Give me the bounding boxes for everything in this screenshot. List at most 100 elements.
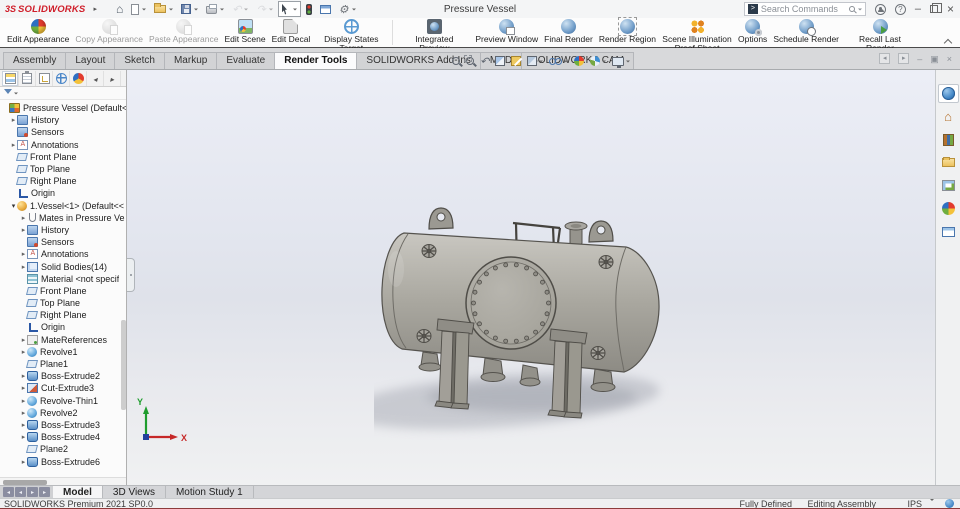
new-document-icon[interactable] — [128, 1, 149, 17]
doc-next-icon[interactable]: ▸ — [898, 53, 910, 64]
tree-item[interactable]: Right Plane — [0, 309, 126, 321]
tree-item[interactable]: 1.Vessel<1> (Default<< — [0, 200, 126, 212]
command-tab[interactable]: Render Tools — [274, 52, 358, 69]
view-palette-tab[interactable] — [938, 176, 959, 195]
doc-close-icon[interactable]: × — [947, 54, 952, 64]
tree-item[interactable]: Right Plane — [0, 175, 126, 187]
tree-item[interactable]: Revolve2 — [0, 407, 126, 419]
section-view-icon[interactable] — [495, 56, 506, 66]
integrated-preview-button[interactable]: Integrated Preview — [396, 18, 472, 52]
tree-vertical-scrollbar[interactable] — [121, 320, 126, 410]
dropdown-caret-icon[interactable] — [539, 60, 544, 65]
edit-appearance-button[interactable]: Edit Appearance — [4, 18, 72, 47]
tree-item[interactable]: Boss-Extrude4 — [0, 431, 126, 443]
panel-collapse-handle[interactable] — [127, 258, 135, 292]
expand-arrow-icon[interactable] — [20, 348, 27, 356]
dropdown-caret-icon[interactable] — [194, 8, 199, 13]
traffic-light-icon[interactable] — [303, 1, 315, 17]
expand-arrow-icon[interactable] — [10, 202, 17, 210]
select-cursor-icon[interactable] — [277, 1, 301, 17]
doc-restore-icon[interactable]: ▣ — [930, 54, 939, 64]
3dexperience-tab[interactable] — [937, 84, 959, 103]
doc-minimize-icon[interactable]: – — [917, 54, 922, 64]
tree-item[interactable]: Front Plane — [0, 285, 126, 297]
options-button[interactable]: Options — [735, 18, 770, 47]
expand-arrow-icon[interactable] — [20, 214, 27, 222]
panel-tab-scroll-left[interactable] — [87, 70, 104, 86]
command-tab[interactable]: Markup — [163, 52, 218, 69]
tree-item[interactable]: Mates in Pressure Ve — [0, 212, 126, 224]
featuremanager-tab[interactable] — [2, 70, 19, 86]
filter-caret-icon[interactable] — [14, 92, 18, 97]
dropdown-caret-icon[interactable] — [220, 8, 225, 13]
window-restore-button[interactable] — [929, 2, 943, 13]
tree-item[interactable]: Boss-Extrude3 — [0, 419, 126, 431]
edit-scene-button[interactable]: Edit Scene — [221, 18, 268, 47]
tree-item[interactable]: Front Plane — [0, 151, 126, 163]
propertymanager-tab[interactable] — [19, 70, 36, 86]
tree-item[interactable]: Boss-Extrude6 — [0, 455, 126, 467]
final-render-button[interactable]: Final Render — [541, 18, 596, 47]
tree-item[interactable]: Sensors — [0, 126, 126, 138]
tree-item[interactable]: Pressure Vessel (Default<D — [0, 102, 126, 114]
document-tab[interactable]: 3D Views — [102, 486, 166, 498]
expand-arrow-icon[interactable] — [20, 263, 27, 271]
edit-decal-button[interactable]: Edit Decal — [269, 18, 314, 47]
command-tab[interactable]: Assembly — [3, 52, 67, 69]
pressure-vessel-model[interactable] — [374, 205, 674, 440]
help-icon[interactable]: ? — [894, 3, 906, 15]
dropdown-caret-icon[interactable] — [626, 60, 631, 65]
design-library-tab[interactable] — [938, 130, 959, 149]
expand-arrow-icon[interactable] — [20, 384, 27, 392]
document-tab[interactable]: Model — [53, 486, 103, 498]
tree-item[interactable]: Plane2 — [0, 443, 126, 455]
expand-arrow-icon[interactable] — [20, 336, 27, 344]
login-icon[interactable] — [874, 3, 886, 15]
window-close-button[interactable]: × — [947, 3, 954, 15]
recall-last-render-button[interactable]: Recall Last Render — [842, 18, 918, 52]
next-button[interactable]: ▸ — [27, 487, 38, 497]
menu-flyout-icon[interactable]: ▸ — [93, 5, 97, 13]
schedule-render-button[interactable]: Schedule Render — [770, 18, 842, 47]
doc-prev-icon[interactable]: ◂ — [879, 53, 891, 64]
tree-item[interactable]: Boss-Extrude2 — [0, 370, 126, 382]
print-icon[interactable] — [203, 1, 227, 17]
dimxpertmanager-tab[interactable] — [53, 70, 70, 86]
dropdown-caret-icon[interactable] — [142, 8, 147, 13]
settings-gear-icon[interactable] — [336, 1, 359, 17]
rewind-button[interactable]: ◂ — [3, 487, 14, 497]
expand-arrow-icon[interactable] — [20, 421, 27, 429]
prev-button[interactable]: ◂ — [15, 487, 26, 497]
status-globe-icon[interactable] — [945, 499, 954, 508]
tree-item[interactable]: Annotations — [0, 139, 126, 151]
tree-item[interactable]: History — [0, 224, 126, 236]
file-explorer-tab[interactable] — [938, 153, 959, 172]
dropdown-caret-icon[interactable] — [351, 8, 356, 13]
task-table-icon[interactable] — [317, 1, 334, 17]
dropdown-caret-icon[interactable] — [169, 8, 174, 13]
expand-arrow-icon[interactable] — [10, 141, 17, 149]
expand-arrow-icon[interactable] — [20, 226, 27, 234]
displaymanager-tab[interactable] — [70, 70, 87, 86]
tree-item[interactable]: Cut-Extrude3 — [0, 382, 126, 394]
expand-arrow-icon[interactable] — [20, 433, 27, 441]
command-tab[interactable]: Evaluate — [216, 52, 276, 69]
tree-item[interactable]: Top Plane — [0, 163, 126, 175]
display-states-target-button[interactable]: Display States Target — [313, 18, 389, 52]
expand-arrow-icon[interactable] — [20, 409, 27, 417]
tree-filter-row[interactable] — [0, 87, 126, 100]
solidworks-resources-tab[interactable] — [938, 107, 959, 126]
display-style-icon[interactable] — [527, 56, 544, 66]
tree-item[interactable]: Revolve-Thin1 — [0, 395, 126, 407]
dropdown-caret-icon[interactable] — [292, 8, 297, 13]
document-tab[interactable]: Motion Study 1 — [165, 486, 254, 498]
preview-window-button[interactable]: Preview Window — [472, 18, 541, 47]
window-minimize-button[interactable]: – — [915, 4, 921, 15]
tree-item[interactable]: Origin — [0, 321, 126, 333]
render-region-button[interactable]: Render Region — [596, 17, 659, 47]
appearances-scenes-tab[interactable] — [938, 199, 959, 218]
command-tab[interactable]: Sketch — [114, 52, 165, 69]
scrollbar-thumb[interactable] — [3, 479, 47, 485]
apply-scene-icon[interactable] — [590, 56, 607, 66]
search-caret-icon[interactable] — [857, 8, 862, 13]
